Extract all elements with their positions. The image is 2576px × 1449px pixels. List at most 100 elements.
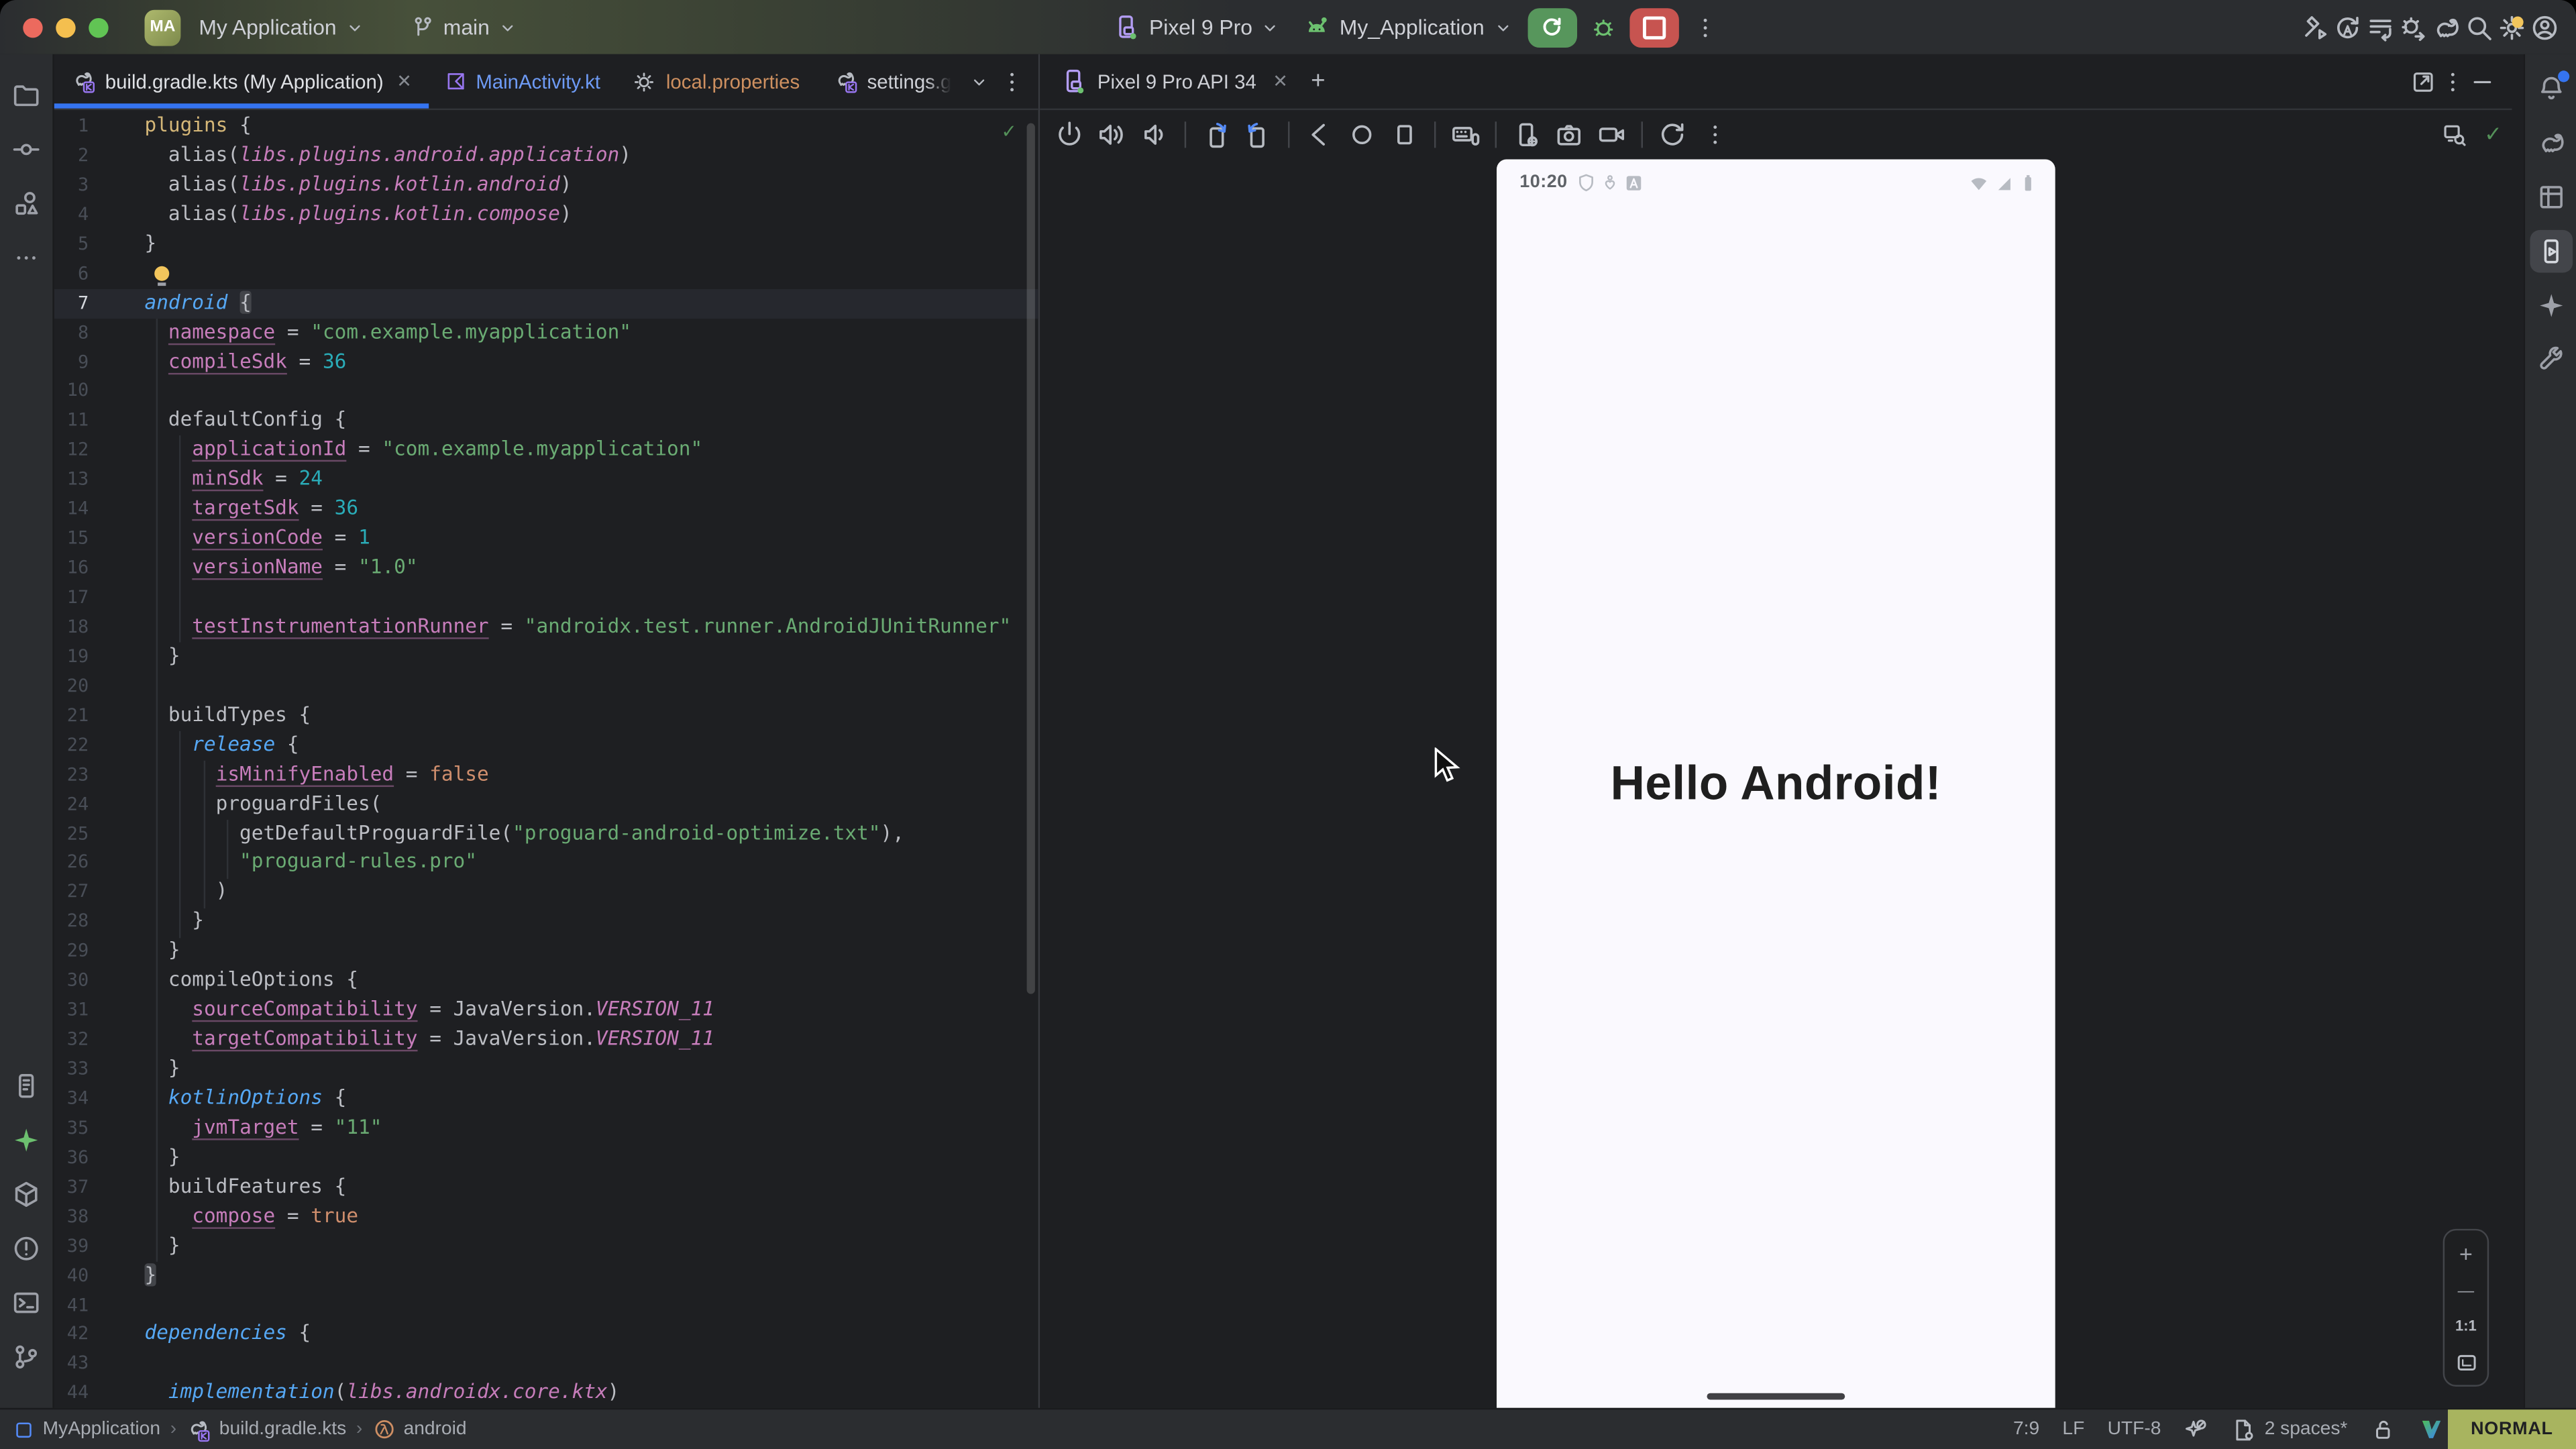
line-number[interactable]: 42 [54, 1320, 89, 1350]
code-line[interactable]: 21 buildTypes { [54, 701, 1038, 731]
line-number[interactable]: 31 [54, 996, 89, 1025]
gemini-spark-tool-button[interactable] [2529, 284, 2572, 327]
line-number[interactable]: 39 [54, 1232, 89, 1261]
zoom-window-button[interactable] [89, 17, 108, 37]
editor-scrollbar[interactable] [1027, 123, 1035, 994]
add-device-tab-button[interactable]: + [1311, 67, 1325, 95]
code-line[interactable]: 11 defaultConfig { [54, 407, 1038, 436]
inspections-ok-icon[interactable]: ✓ [1002, 120, 1015, 145]
device-selector[interactable]: Pixel 9 Pro [1102, 8, 1292, 46]
zoom-in-button[interactable]: + [2459, 1240, 2473, 1267]
code-line[interactable]: 35 jvmTarget = "11" [54, 1114, 1038, 1143]
line-number[interactable]: 40 [54, 1261, 89, 1291]
snapshot-reset-icon[interactable] [1653, 115, 1693, 154]
code-line[interactable]: 2 alias(libs.plugins.android.application… [54, 141, 1038, 170]
line-number[interactable]: 24 [54, 790, 89, 819]
shield-icon[interactable] [1576, 172, 1597, 193]
code-area[interactable]: 1plugins {2 alias(libs.plugins.android.a… [54, 110, 1038, 1408]
code-line[interactable]: 22 release { [54, 731, 1038, 760]
line-number[interactable]: 23 [54, 760, 89, 790]
line-number[interactable]: 20 [54, 672, 89, 701]
line-number[interactable]: 27 [54, 878, 89, 908]
code-line[interactable]: 6 [54, 259, 1038, 288]
code-line[interactable]: 5} [54, 229, 1038, 259]
line-number[interactable]: 4 [54, 200, 89, 229]
minimize-dash-icon[interactable] [2469, 68, 2496, 95]
ideavim-icon[interactable] [2418, 1416, 2445, 1442]
code-editor[interactable]: 1plugins {2 alias(libs.plugins.android.a… [54, 110, 1038, 1409]
screen-record-icon[interactable] [1592, 115, 1631, 154]
rotate-left-icon[interactable] [1196, 115, 1236, 154]
breadcrumb-item[interactable]: build.gradle.kts [186, 1417, 346, 1442]
chevron-down-icon[interactable] [969, 72, 989, 91]
line-number[interactable]: 41 [54, 1291, 89, 1320]
code-line[interactable]: 39 } [54, 1232, 1038, 1261]
problems-tool-button[interactable] [5, 1227, 48, 1270]
battery-icon[interactable] [2017, 172, 2039, 193]
line-number[interactable]: 22 [54, 731, 89, 760]
auto-badge-icon[interactable] [1623, 172, 1645, 193]
build-cube-tool-button[interactable] [5, 1173, 48, 1216]
code-line[interactable]: 36 } [54, 1143, 1038, 1173]
line-number[interactable]: 12 [54, 436, 89, 466]
code-line[interactable]: 19 } [54, 642, 1038, 672]
code-line[interactable]: 7android { [54, 288, 1038, 318]
line-ending-widget[interactable]: LF [2062, 1419, 2084, 1439]
profiler-bug-icon[interactable] [2398, 12, 2428, 42]
navigation-handle[interactable] [1707, 1393, 1845, 1400]
line-number[interactable]: 33 [54, 1055, 89, 1084]
breadcrumb-item[interactable]: MyApplication [13, 1419, 160, 1440]
version-control-tool-button[interactable] [5, 1336, 48, 1379]
code-line[interactable]: 8 namespace = "com.example.myapplication… [54, 318, 1038, 347]
project-widget[interactable]: My Application [187, 10, 376, 44]
terminal-tool-button[interactable] [5, 1281, 48, 1324]
code-line[interactable]: 20 [54, 672, 1038, 701]
rotate-right-icon[interactable] [1239, 115, 1279, 154]
code-line[interactable]: 9 compileSdk = 36 [54, 347, 1038, 377]
volume-down-icon[interactable] [1135, 115, 1175, 154]
code-line[interactable]: 16 versionName = "1.0" [54, 553, 1038, 583]
device-tab[interactable]: Pixel 9 Pro API 34 ✕ [1040, 67, 1301, 95]
line-number[interactable]: 9 [54, 347, 89, 377]
recent-lines-icon[interactable] [2365, 12, 2395, 42]
gemini-spark-tool-button[interactable] [5, 1119, 48, 1162]
line-number[interactable]: 11 [54, 407, 89, 436]
back-icon[interactable] [1299, 115, 1339, 154]
search-icon[interactable] [2464, 12, 2493, 42]
supervised-user-icon[interactable] [1601, 172, 1620, 192]
code-line[interactable]: 13 minSdk = 24 [54, 466, 1038, 495]
line-number[interactable]: 44 [54, 1379, 89, 1408]
build-hammer-icon[interactable] [2300, 12, 2330, 42]
vim-mode-badge[interactable]: NORMAL [2448, 1409, 2576, 1449]
code-line[interactable]: 29 } [54, 937, 1038, 967]
code-line[interactable]: 24 proguardFiles( [54, 790, 1038, 819]
close-window-button[interactable] [23, 17, 42, 37]
line-number[interactable]: 32 [54, 1025, 89, 1055]
code-line[interactable]: 43 [54, 1350, 1038, 1379]
run-more-actions-button[interactable] [1682, 6, 1728, 49]
code-line[interactable]: 32 targetCompatibility = JavaVersion.VER… [54, 1025, 1038, 1055]
line-number[interactable]: 38 [54, 1202, 89, 1232]
wifi-icon[interactable] [1968, 172, 1990, 193]
fit-to-window-icon[interactable] [2454, 1350, 2479, 1375]
line-number[interactable]: 10 [54, 377, 89, 407]
line-number[interactable]: 16 [54, 553, 89, 583]
line-number[interactable]: 28 [54, 908, 89, 937]
structure-grid-tool-button[interactable] [2529, 176, 2572, 219]
line-number[interactable]: 3 [54, 170, 89, 200]
stop-app-button[interactable] [1629, 7, 1678, 47]
code-line[interactable]: 38 compose = true [54, 1202, 1038, 1232]
open-in-new-icon[interactable] [2410, 68, 2436, 95]
line-number[interactable]: 29 [54, 937, 89, 967]
line-number[interactable]: 17 [54, 583, 89, 612]
code-line[interactable]: 12 applicationId = "com.example.myapplic… [54, 436, 1038, 466]
encoding-widget[interactable]: UTF-8 [2108, 1419, 2161, 1439]
line-number[interactable]: 8 [54, 318, 89, 347]
account-icon[interactable] [2530, 12, 2559, 42]
line-number[interactable]: 6 [54, 259, 89, 288]
line-number[interactable]: 25 [54, 819, 89, 849]
volume-up-icon[interactable] [1093, 115, 1132, 154]
settings-icon[interactable] [2497, 12, 2526, 42]
code-line[interactable]: 27 ) [54, 878, 1038, 908]
line-number[interactable]: 26 [54, 849, 89, 878]
